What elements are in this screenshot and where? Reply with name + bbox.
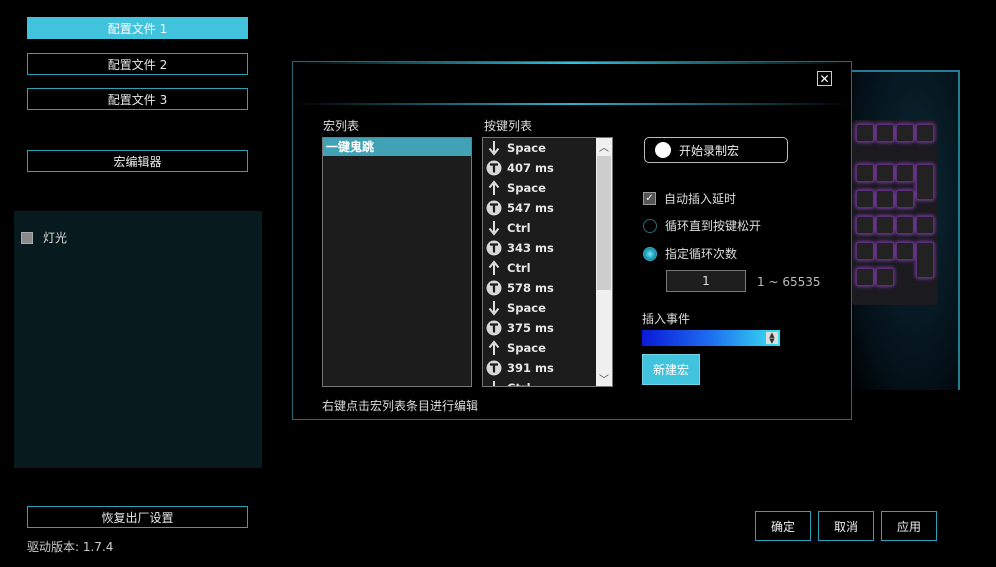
timer-icon xyxy=(486,240,502,256)
reset-button[interactable]: 恢复出厂设置 xyxy=(27,506,248,528)
hint-text: 右键点击宏列表条目进行编辑 xyxy=(322,399,479,413)
loop-count-option[interactable]: 指定循环次数 xyxy=(643,245,737,262)
key-list-item-label: 375 ms xyxy=(507,321,554,335)
key-list-item-label: Ctrl xyxy=(507,381,531,386)
key-up-icon xyxy=(486,340,502,356)
key-list-item-label: 547 ms xyxy=(507,201,554,215)
timer-icon xyxy=(486,320,502,336)
scroll-up-icon[interactable]: ︿ xyxy=(596,138,612,154)
key-down-icon xyxy=(486,220,502,236)
timer-icon xyxy=(486,160,502,176)
record-icon xyxy=(655,142,671,158)
profile-1-button[interactable]: 配置文件 1 xyxy=(27,17,248,39)
key-up-icon xyxy=(486,260,502,276)
settings-panel: 灯光 xyxy=(14,211,262,468)
key-down-icon xyxy=(486,300,502,316)
key-list-item-label: Space xyxy=(507,141,546,155)
key-list-item[interactable]: 578 ms xyxy=(483,278,597,298)
apply-button[interactable]: 应用 xyxy=(881,511,937,541)
key-list-item[interactable]: Space xyxy=(483,138,597,158)
scroll-down-icon[interactable]: ﹀ xyxy=(596,370,612,386)
key-list-item-label: Space xyxy=(507,301,546,315)
insert-event-label: 插入事件 xyxy=(642,312,691,326)
cancel-button[interactable]: 取消 xyxy=(818,511,874,541)
loop-until-release-option[interactable]: 循环直到按键松开 xyxy=(643,217,761,234)
driver-version: 驱动版本: 1.7.4 xyxy=(27,540,114,554)
timer-icon xyxy=(486,280,502,296)
key-list[interactable]: Space 407 ms Space 547 ms Ctrl 343 ms Ctrl 578 … xyxy=(482,137,613,387)
macro-list-item[interactable]: 一键鬼跳 xyxy=(323,138,471,156)
key-list-item[interactable]: Space xyxy=(483,298,597,318)
loop-count-radio[interactable] xyxy=(643,246,657,261)
auto-delay-label: 自动插入延时 xyxy=(664,192,737,206)
macro-list-title: 宏列表 xyxy=(323,119,360,133)
key-list-item-label: Space xyxy=(507,181,546,195)
scroll-thumb[interactable] xyxy=(597,156,611,290)
macro-list[interactable]: 一键鬼跳 xyxy=(322,137,472,387)
macro-editor-dialog: ✕ 宏列表 按键列表 一键鬼跳 Space 407 ms Space 547 ms Ct… xyxy=(292,61,852,420)
ok-button[interactable]: 确定 xyxy=(755,511,811,541)
dialog-separator xyxy=(293,103,851,105)
key-down-icon xyxy=(486,140,502,156)
profile-3-button[interactable]: 配置文件 3 xyxy=(27,88,248,110)
auto-delay-checkbox[interactable]: ✓ xyxy=(643,192,656,205)
profile-2-button[interactable]: 配置文件 2 xyxy=(27,53,248,75)
loop-count-label: 指定循环次数 xyxy=(665,247,738,261)
key-list-item-label: 407 ms xyxy=(507,161,554,175)
key-list-item-label: Ctrl xyxy=(507,261,531,275)
loop-range-text: 1 ~ 65535 xyxy=(757,275,821,289)
start-record-button[interactable]: 开始录制宏 xyxy=(644,137,788,163)
timer-icon xyxy=(486,360,502,376)
key-list-item[interactable]: 391 ms xyxy=(483,358,597,378)
auto-delay-option[interactable]: ✓ 自动插入延时 xyxy=(643,190,736,207)
key-list-item[interactable]: Ctrl xyxy=(483,378,597,386)
key-list-item[interactable]: 343 ms xyxy=(483,238,597,258)
macro-editor-button[interactable]: 宏编辑器 xyxy=(27,150,248,172)
close-button[interactable]: ✕ xyxy=(817,71,832,86)
loop-until-release-label: 循环直到按键松开 xyxy=(665,219,762,233)
key-up-icon xyxy=(486,180,502,196)
start-record-label: 开始录制宏 xyxy=(679,143,740,158)
keyboard-preview xyxy=(852,120,938,305)
spinner-icon[interactable]: ▲ ▼ xyxy=(766,332,778,345)
key-list-item-label: Ctrl xyxy=(507,221,531,235)
new-macro-button[interactable]: 新建宏 xyxy=(642,354,700,385)
lighting-option[interactable]: 灯光 xyxy=(21,229,67,246)
key-list-item[interactable]: 547 ms xyxy=(483,198,597,218)
key-list-item-label: 578 ms xyxy=(507,281,554,295)
key-list-item-label: 343 ms xyxy=(507,241,554,255)
key-list-title: 按键列表 xyxy=(484,119,533,133)
key-list-item-label: Space xyxy=(507,341,546,355)
close-icon: ✕ xyxy=(819,71,830,86)
key-list-item[interactable]: 407 ms xyxy=(483,158,597,178)
loop-count-input[interactable]: 1 xyxy=(666,270,746,292)
key-list-item[interactable]: Ctrl xyxy=(483,218,597,238)
key-list-scrollbar[interactable]: ︿ ﹀ xyxy=(596,138,612,386)
key-list-item[interactable]: 375 ms xyxy=(483,318,597,338)
key-list-item[interactable]: Ctrl xyxy=(483,258,597,278)
loop-until-release-radio[interactable] xyxy=(643,218,657,233)
lighting-label: 灯光 xyxy=(43,231,68,245)
key-list-item[interactable]: Space xyxy=(483,178,597,198)
lighting-checkbox[interactable] xyxy=(21,231,33,244)
dialog-top-glow xyxy=(293,62,851,64)
timer-icon xyxy=(486,200,502,216)
key-list-item[interactable]: Space xyxy=(483,338,597,358)
key-down-icon xyxy=(486,380,502,386)
key-list-item-label: 391 ms xyxy=(507,361,554,375)
insert-event-select[interactable]: ▲ ▼ xyxy=(642,330,780,346)
